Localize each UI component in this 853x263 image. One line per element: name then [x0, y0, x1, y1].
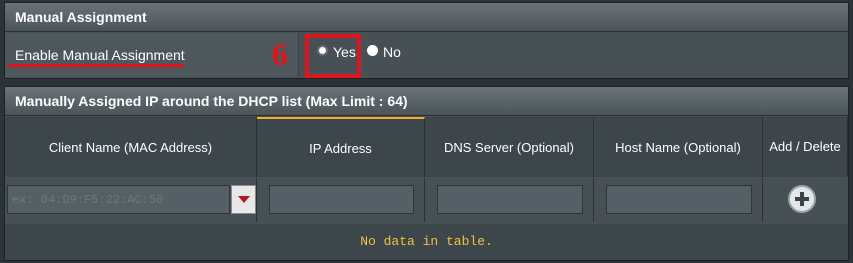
new-entry-row [5, 178, 848, 222]
column-header-dns-server: DNS Server (Optional) [425, 117, 594, 177]
radio-yes-label[interactable]: Yes [333, 44, 356, 60]
column-header-client-name: Client Name (MAC Address) [5, 117, 257, 177]
host-name-input[interactable] [606, 185, 752, 214]
add-delete-cell [763, 178, 848, 222]
radio-no-label[interactable]: No [383, 44, 401, 60]
assigned-ip-header: Manually Assigned IP around the DHCP lis… [5, 87, 848, 116]
client-name-cell [5, 178, 257, 222]
annotation-step-number: 6 [272, 36, 288, 72]
radio-yes[interactable] [317, 45, 328, 56]
assigned-ip-panel: Manually Assigned IP around the DHCP lis… [4, 86, 849, 261]
column-header-add-delete: Add / Delete [763, 117, 848, 177]
mac-address-input[interactable] [7, 185, 230, 214]
column-header-ip-address: IP Address [257, 117, 425, 177]
dns-server-cell [425, 178, 594, 222]
ip-address-cell [257, 178, 425, 222]
manual-assignment-panel: Manual Assignment Enable Manual Assignme… [4, 2, 849, 79]
radio-no[interactable] [367, 45, 378, 56]
annotation-underline [8, 64, 184, 67]
enable-manual-row: Enable Manual Assignment [5, 33, 848, 77]
chevron-down-icon [237, 196, 250, 203]
dns-server-input[interactable] [437, 185, 583, 214]
host-name-cell [594, 178, 763, 222]
enable-manual-label: Enable Manual Assignment [5, 33, 299, 77]
mac-dropdown-button[interactable] [231, 185, 256, 214]
manual-assignment-header: Manual Assignment [5, 3, 848, 32]
ip-address-input[interactable] [269, 185, 414, 214]
column-header-host-name: Host Name (Optional) [594, 117, 763, 177]
plus-circle-icon[interactable] [788, 185, 816, 213]
no-data-message: No data in table. [5, 224, 848, 260]
